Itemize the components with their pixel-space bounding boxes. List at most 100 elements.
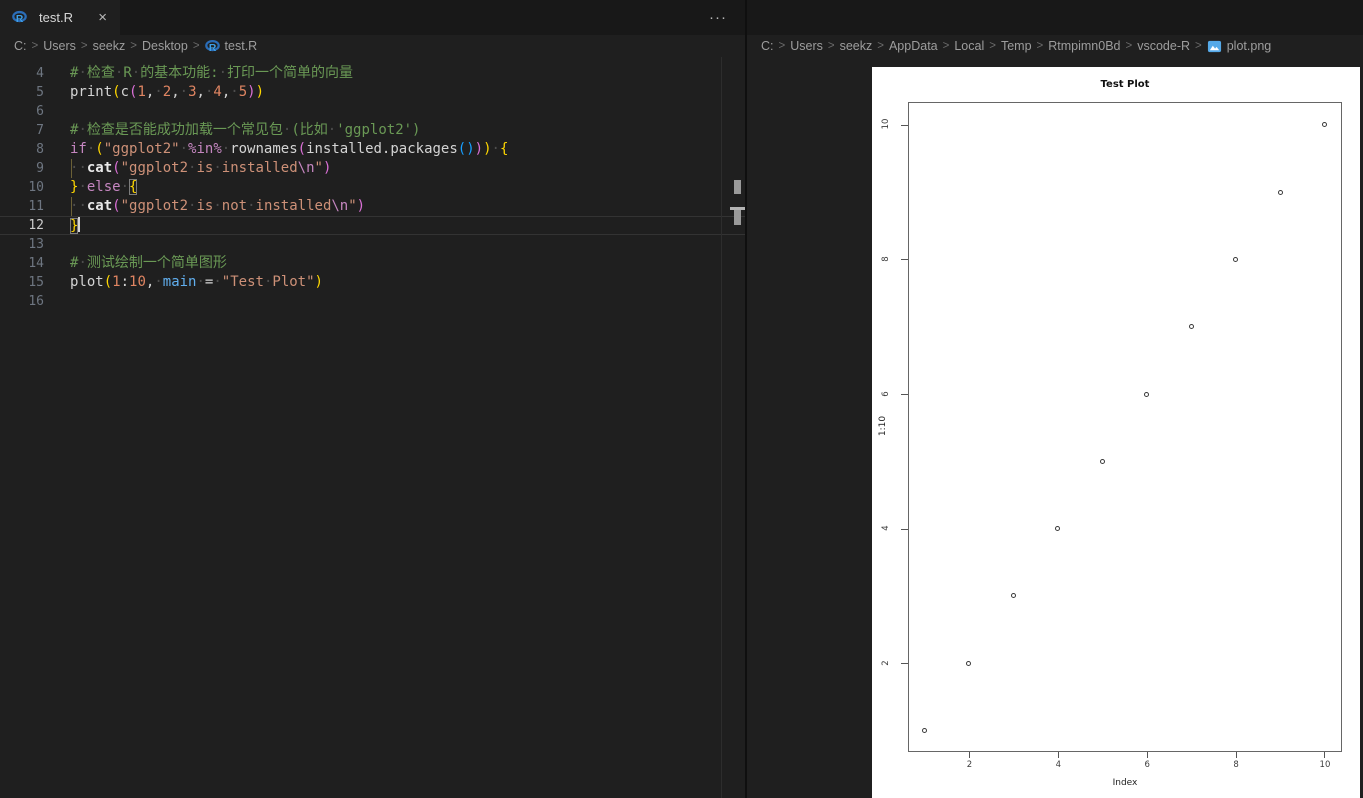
- breadcrumb-item[interactable]: Desktop: [142, 39, 188, 53]
- code-text[interactable]: [44, 102, 745, 121]
- code-text[interactable]: plot(1:10,·main·=·"Test·Plot"): [44, 273, 745, 292]
- code-token: (): [457, 141, 475, 157]
- code-token: ): [474, 141, 484, 157]
- breadcrumb-item[interactable]: Users: [790, 39, 823, 53]
- code-token: (: [112, 84, 121, 100]
- y-axis-tick: [901, 124, 908, 126]
- code-token: %in%: [188, 141, 222, 157]
- code-line[interactable]: 6: [0, 102, 745, 121]
- breadcrumb-item[interactable]: Users: [43, 39, 76, 53]
- code-token: ": [348, 198, 357, 214]
- code-token: ): [247, 84, 256, 100]
- code-token: ): [255, 84, 265, 100]
- breadcrumb-item[interactable]: Local: [954, 39, 984, 53]
- breadcrumb-item[interactable]: seekz: [840, 39, 873, 53]
- code-token: 打印一个简单的向量: [227, 65, 354, 81]
- x-axis-title: Index: [1112, 778, 1138, 788]
- code-text[interactable]: #·测试绘制一个简单图形: [44, 254, 745, 273]
- whitespace-dot: ·: [131, 65, 141, 81]
- code-line[interactable]: 5 print(c(1,·2,·3,·4,·5)): [0, 83, 745, 102]
- line-number[interactable]: 10: [0, 178, 44, 197]
- line-number[interactable]: 6: [0, 102, 44, 121]
- code-token: rownames: [230, 141, 298, 157]
- breadcrumb-item[interactable]: C:: [761, 39, 774, 53]
- line-number[interactable]: 12: [0, 217, 44, 234]
- tab-test-r[interactable]: R test.R ×: [0, 0, 120, 35]
- chevron-right-icon: >: [1036, 40, 1044, 52]
- code-text[interactable]: }: [44, 217, 745, 234]
- line-number[interactable]: 7: [0, 121, 44, 140]
- editor-group-right: plot.png × C: > Users > seekz > AppData > Local >…: [747, 0, 1363, 798]
- breadcrumb: C: > Users > seekz > AppData > Local > Temp > Rtmpim…: [747, 35, 1363, 57]
- y-tick-label: 4: [881, 525, 891, 531]
- code-line[interactable]: 11 ··cat("ggplot2·is·not·installed\n"): [0, 197, 745, 216]
- code-text[interactable]: #·检查是否能成功加载一个常见包·(比如·'ggplot2'): [44, 121, 745, 140]
- line-number[interactable]: 9: [0, 159, 44, 178]
- code-line[interactable]: 10}·else·{: [0, 178, 745, 197]
- tab-label: test.R: [39, 10, 73, 25]
- code-token: (: [95, 141, 104, 157]
- code-token: 的基本功能:: [140, 65, 219, 81]
- breadcrumb-item[interactable]: plot.png: [1227, 39, 1271, 53]
- code-token: 'ggplot2'): [336, 122, 421, 138]
- line-number[interactable]: 16: [0, 292, 44, 311]
- chevron-right-icon: >: [80, 40, 88, 52]
- image-preview-pane[interactable]: Test Plot 2 4 6 8 10 2 4 6 8 10 Index 1:10: [747, 57, 1363, 798]
- breadcrumb-item[interactable]: seekz: [93, 39, 126, 53]
- code-token: 检查是否能成功加载一个常见包: [86, 122, 283, 138]
- code-line[interactable]: 7 #·检查是否能成功加载一个常见包·(比如·'ggplot2'): [0, 121, 745, 140]
- breadcrumb-item[interactable]: Rtmpimn0Bd: [1048, 39, 1120, 53]
- whitespace-dot: ·: [230, 84, 239, 100]
- y-tick-label: 2: [881, 659, 891, 666]
- code-line[interactable]: 12}: [0, 216, 745, 235]
- line-number[interactable]: 11: [0, 197, 44, 216]
- breadcrumb-item[interactable]: C:: [14, 39, 27, 53]
- code-line[interactable]: 16: [0, 292, 745, 311]
- code-token: Plot": [272, 274, 315, 290]
- code-text[interactable]: ··cat("ggplot2·is·installed\n"): [44, 159, 745, 178]
- editor-group-left: R test.R × ··· C: > Users > seekz > Desktop > Rt…: [0, 0, 745, 798]
- code-text[interactable]: }·else·{: [44, 178, 745, 197]
- code-line[interactable]: 13: [0, 235, 745, 254]
- code-line[interactable]: 8 if·("ggplot2"·%in%·rownames(installed.p…: [0, 140, 745, 159]
- code-text[interactable]: #·检查·R·的基本功能:·打印一个简单的向量: [44, 64, 745, 83]
- line-number[interactable]: 15: [0, 273, 44, 292]
- code-text[interactable]: ··cat("ggplot2·is·not·installed\n"): [44, 197, 745, 216]
- breadcrumb-item[interactable]: Temp: [1001, 39, 1032, 53]
- code-text[interactable]: if·("ggplot2"·%in%·rownames(installed.pa…: [44, 140, 745, 159]
- code-token: c: [120, 84, 130, 100]
- code-line[interactable]: 15 plot(1:10,·main·=·"Test·Plot"): [0, 273, 745, 292]
- chevron-right-icon: >: [778, 40, 786, 52]
- overview-ruler-mark: [734, 180, 741, 194]
- chart-title: Test Plot: [1100, 79, 1150, 90]
- more-actions-icon[interactable]: ···: [709, 0, 745, 35]
- breadcrumb-item[interactable]: AppData: [889, 39, 938, 53]
- line-number[interactable]: 13: [0, 235, 44, 254]
- chevron-right-icon: >: [989, 40, 996, 52]
- code-token: "Test: [221, 274, 264, 290]
- y-axis-tick: [901, 394, 908, 395]
- chevron-right-icon: >: [942, 40, 950, 52]
- code-line[interactable]: 14 #·测试绘制一个简单图形: [0, 254, 745, 273]
- close-icon[interactable]: ×: [95, 9, 110, 26]
- breadcrumb-item[interactable]: test.R: [225, 39, 258, 53]
- code-text[interactable]: [44, 235, 745, 254]
- breadcrumb-item[interactable]: vscode-R: [1137, 39, 1190, 53]
- r-logo-icon: R: [12, 10, 27, 25]
- overview-ruler-mark: [734, 210, 741, 225]
- code-editor[interactable]: 4 #·检查·R·的基本功能:·打印一个简单的向量 5 print(c(1,·2,·3…: [0, 57, 745, 798]
- x-axis-tick: [1146, 752, 1148, 758]
- code-token: ,: [196, 84, 205, 100]
- tabbar-right: plot.png ×: [747, 0, 1363, 35]
- code-line[interactable]: 9 ··cat("ggplot2·is·installed\n"): [0, 159, 745, 178]
- whitespace-dot: ·: [179, 84, 189, 100]
- line-number[interactable]: 14: [0, 254, 44, 273]
- whitespace-dot: ·: [78, 160, 87, 176]
- code-line[interactable]: 4 #·检查·R·的基本功能:·打印一个简单的向量: [0, 64, 745, 83]
- code-text[interactable]: [44, 292, 745, 311]
- line-number[interactable]: 8: [0, 140, 44, 159]
- line-number[interactable]: 5: [0, 83, 44, 102]
- code-text[interactable]: print(c(1,·2,·3,·4,·5)): [44, 83, 745, 102]
- line-number[interactable]: 4: [0, 64, 44, 83]
- code-token: installed: [221, 160, 298, 176]
